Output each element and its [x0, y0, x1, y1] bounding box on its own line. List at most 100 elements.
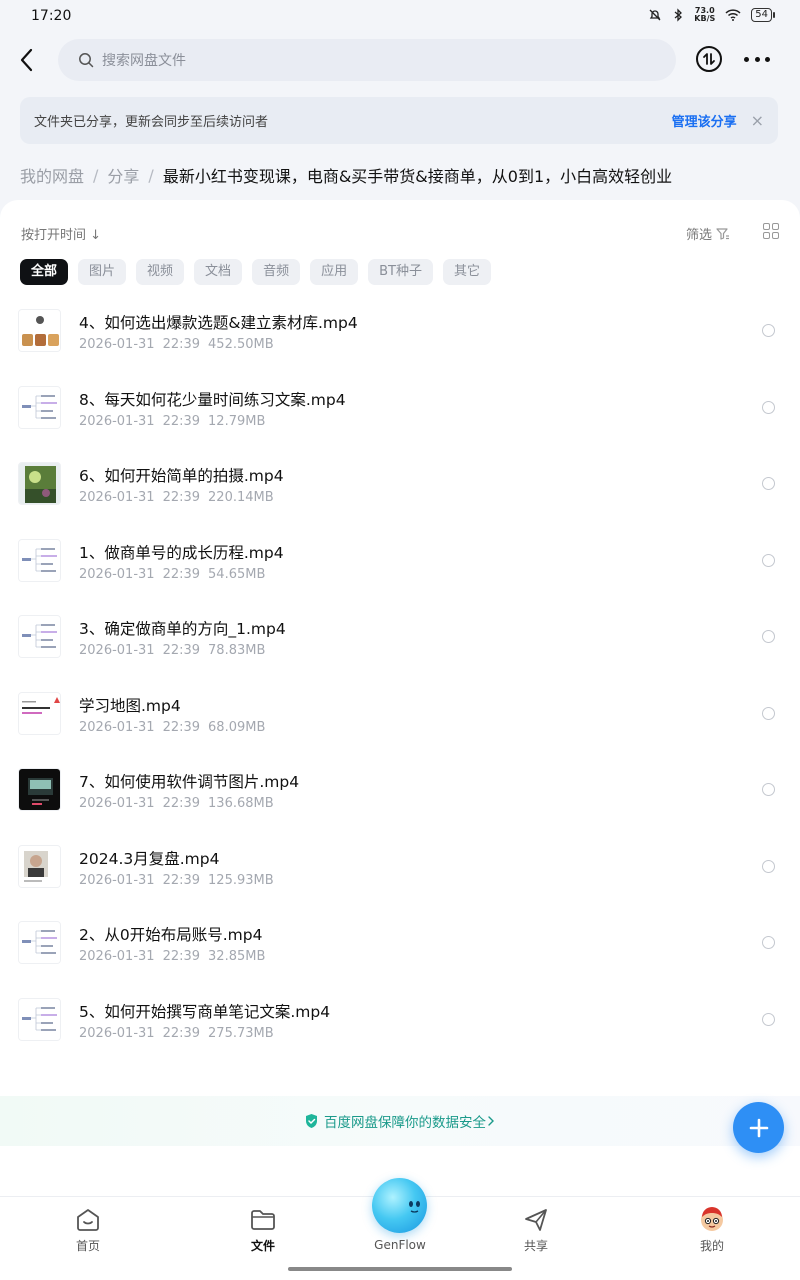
file-row[interactable]: 5、如何开始撰写商单笔记文案.mp4 2026-01-31 22:39 275.73M…: [0, 982, 800, 1059]
file-time: 22:39: [162, 643, 201, 658]
file-meta: 2026-01-31 22:39 78.83MB: [79, 643, 265, 658]
file-size: 220.14MB: [208, 490, 274, 505]
breadcrumb-item-my-disk[interactable]: 我的网盘: [20, 163, 84, 187]
select-radio[interactable]: [762, 859, 775, 873]
grid-cell: [772, 232, 779, 239]
chip-audio[interactable]: 音频: [252, 259, 301, 285]
more-dot-icon: [765, 56, 770, 62]
nav-files[interactable]: 文件: [223, 1207, 303, 1254]
add-button[interactable]: [733, 1102, 784, 1153]
video-thumbnail: [18, 997, 61, 1041]
status-bar: 17:20 73.0 KB/S 54: [0, 0, 800, 34]
file-row[interactable]: 6、如何开始简单的拍摄.mp4 2026-01-31 22:39 220.14MB: [0, 446, 800, 523]
select-radio[interactable]: [762, 400, 775, 414]
chip-bt[interactable]: BT种子: [368, 259, 433, 285]
home-indicator[interactable]: [288, 1267, 512, 1271]
chip-apps[interactable]: 应用: [310, 259, 359, 285]
file-time: 22:39: [162, 337, 201, 352]
more-dot-icon: [754, 56, 760, 62]
file-date: 2026-01-31: [79, 643, 155, 658]
chip-documents[interactable]: 文档: [194, 259, 243, 285]
file-date: 2026-01-31: [79, 872, 155, 888]
genflow-face-icon: [409, 1201, 420, 1213]
file-size: 32.85MB: [208, 949, 266, 964]
more-options-button[interactable]: [744, 52, 770, 66]
file-row[interactable]: 7、如何使用软件调节图片.mp4 2026-01-31 22:39 136.68MB: [0, 752, 800, 829]
search-input[interactable]: 搜索网盘文件: [58, 39, 676, 81]
chevron-left-icon: [20, 48, 33, 72]
file-name: 5、如何开始撰写商单笔记文案.mp4: [79, 1002, 331, 1021]
transfer-arrows-icon: [703, 53, 715, 65]
net-speed-unit: KB/S: [694, 14, 716, 23]
select-radio[interactable]: [762, 553, 775, 567]
breadcrumb-current-folder: 最新小红书变现课，电商&买手带货&接商单，从0到1，小白高效轻创业: [162, 167, 673, 186]
file-size: 275.73MB: [208, 1025, 274, 1041]
select-radio[interactable]: [762, 477, 775, 490]
select-radio[interactable]: [762, 1012, 775, 1026]
status-time: 17:20: [31, 8, 72, 24]
file-meta: 2026-01-31 22:39 12.79MB: [79, 414, 265, 429]
paper-plane-icon: [525, 1209, 547, 1231]
back-button[interactable]: [14, 46, 42, 74]
genflow-button[interactable]: [372, 1178, 427, 1233]
transfer-list-button[interactable]: [696, 46, 722, 72]
select-radio[interactable]: [762, 630, 775, 643]
net-speed: 73.0 KB/S: [694, 7, 715, 23]
file-size: 54.65MB: [208, 566, 266, 582]
file-row[interactable]: 学习地图.mp4 2026-01-31 22:39 68.09MB: [0, 676, 800, 753]
video-thumbnail: [18, 615, 61, 658]
file-time: 22:39: [162, 949, 201, 964]
battery-indicator: 54: [751, 8, 775, 22]
nav-mine[interactable]: 我的: [672, 1207, 752, 1254]
file-row[interactable]: 2、从0开始布局账号.mp4 2026-01-31 22:39 32.85MB: [0, 905, 800, 982]
shield-icon: [306, 1114, 317, 1128]
chip-all[interactable]: 全部: [20, 259, 69, 285]
file-meta: 2026-01-31 22:39 452.50MB: [79, 337, 274, 352]
manage-share-link[interactable]: 管理该分享: [672, 111, 737, 130]
file-row[interactable]: 8、每天如何花少量时间练习文案.mp4 2026-01-31 22:39 12.79M…: [0, 370, 800, 447]
security-banner-text: 百度网盘保障你的数据安全: [324, 1115, 486, 1131]
file-meta: 2026-01-31 22:39 275.73MB: [79, 1026, 274, 1041]
mute-bell-icon: [649, 9, 661, 21]
file-row[interactable]: 3、确定做商单的方向_1.mp4 2026-01-31 22:39 78.83MB: [0, 599, 800, 676]
sort-button[interactable]: 按打开时间 ↓: [21, 224, 101, 243]
file-time: 22:39: [162, 566, 201, 582]
file-name: 2、从0开始布局账号.mp4: [79, 926, 263, 944]
select-radio[interactable]: [762, 324, 775, 337]
search-placeholder: 搜索网盘文件: [102, 53, 186, 69]
video-thumbnail: [18, 921, 61, 964]
nav-home[interactable]: 首页: [48, 1207, 128, 1254]
nav-share[interactable]: 共享: [496, 1207, 576, 1254]
file-meta: 2026-01-31 22:39 68.09MB: [79, 720, 265, 735]
video-thumbnail: [18, 768, 61, 811]
nav-mine-label: 我的: [699, 1239, 724, 1253]
file-date: 2026-01-31: [79, 413, 155, 429]
grid-cell: [772, 223, 779, 230]
select-radio[interactable]: [762, 783, 775, 796]
file-row[interactable]: 2024.3月复盘.mp4 2026-01-31 22:39 125.93MB: [0, 829, 800, 906]
close-notice-icon[interactable]: ×: [751, 111, 764, 130]
security-banner[interactable]: 百度网盘保障你的数据安全: [0, 1096, 800, 1146]
plus-icon: [749, 1118, 768, 1137]
file-row[interactable]: 1、做商单号的成长历程.mp4 2026-01-31 22:39 54.65MB: [0, 523, 800, 600]
grid-view-icon[interactable]: [763, 223, 779, 239]
chip-images[interactable]: 图片: [78, 259, 127, 285]
file-row[interactable]: 4、如何选出爆款选题&建立素材库.mp4 2026-01-31 22:39 452.5…: [0, 293, 800, 370]
breadcrumb: 我的网盘 / 分享 / 最新小红书变现课，电商&买手带货&接商单，从0到1，小白…: [20, 163, 672, 187]
folder-icon: [251, 1210, 275, 1230]
video-thumbnail: [18, 691, 61, 735]
grid-cell: [763, 223, 770, 230]
select-radio[interactable]: [762, 706, 775, 720]
file-date: 2026-01-31: [79, 1025, 155, 1041]
breadcrumb-separator: /: [93, 165, 99, 185]
nav-home-label: 首页: [75, 1239, 100, 1253]
chip-other[interactable]: 其它: [442, 259, 491, 285]
breadcrumb-item-share[interactable]: 分享: [107, 163, 139, 187]
filter-button[interactable]: 筛选: [686, 224, 730, 243]
file-time: 22:39: [162, 796, 201, 811]
file-date: 2026-01-31: [79, 566, 155, 582]
file-name: 2024.3月复盘.mp4: [79, 849, 220, 868]
select-radio[interactable]: [762, 936, 775, 949]
chip-videos[interactable]: 视频: [136, 259, 185, 285]
file-date: 2026-01-31: [79, 796, 155, 811]
